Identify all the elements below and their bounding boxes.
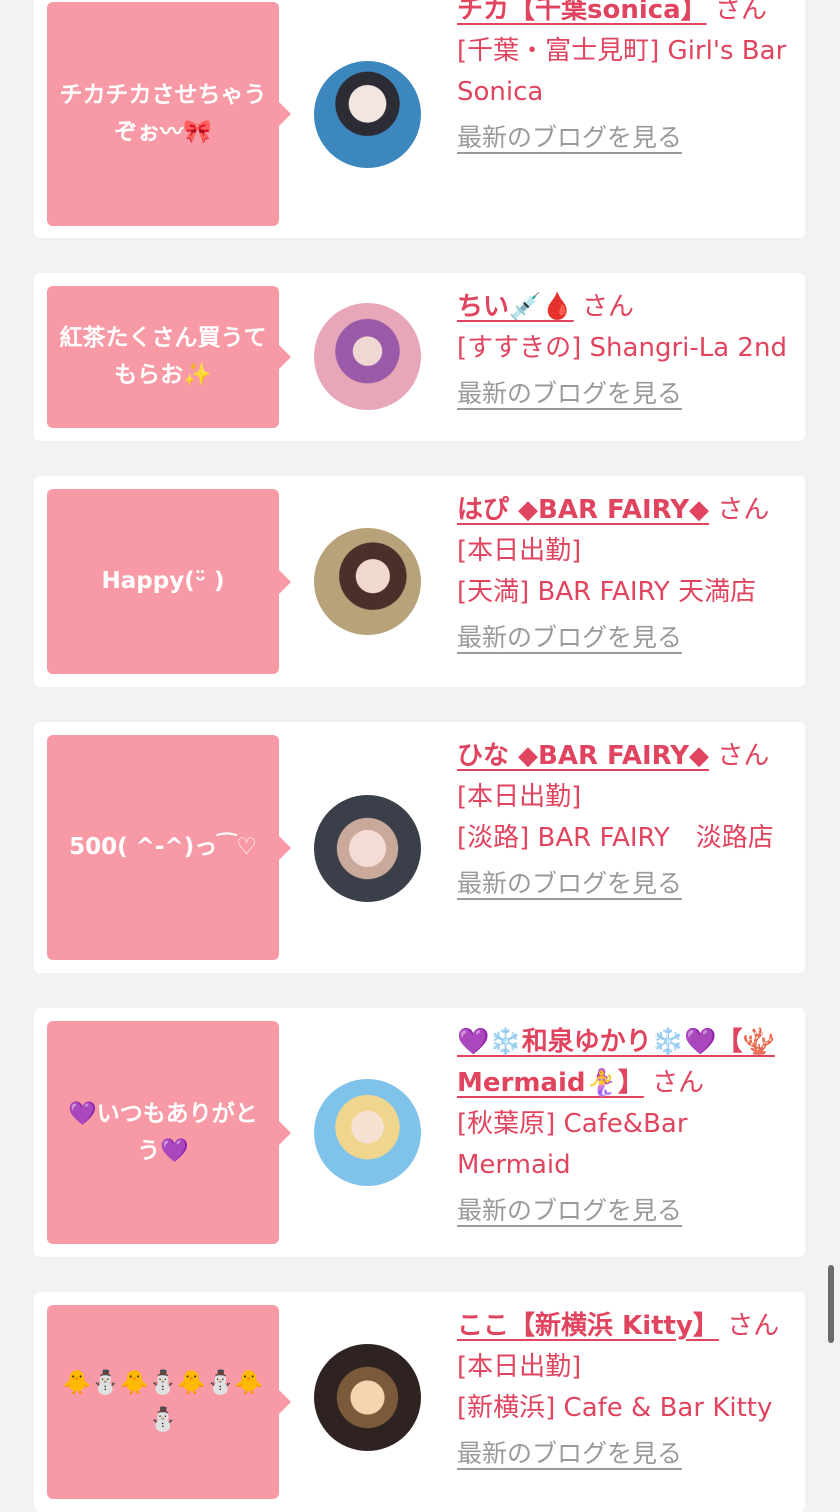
shift-status: [本日出勤]	[457, 1352, 582, 1382]
cast-name-link[interactable]: ちい💉🩸	[457, 292, 574, 322]
shop-info: [天満] BAR FAIRY 天満店	[457, 577, 757, 607]
cast-card: チカチカさせちゃうぞぉ〰🎀 チカ【千葉sonica】 さん [千葉・富士見町] …	[34, 0, 805, 238]
avatar[interactable]	[314, 795, 421, 902]
honorific: さん	[652, 1068, 705, 1098]
avatar[interactable]	[314, 61, 421, 168]
shift-status: [本日出勤]	[457, 782, 582, 812]
cast-name-link[interactable]: 💜❄️和泉ゆかり❄️💜【🪸Mermaid🧜‍♀️】	[457, 1027, 775, 1098]
cast-card: 500( ^-^)っ⁀♡ ひな ◆BAR FAIRY◆ さん [本日出勤] [淡…	[34, 722, 805, 973]
latest-blog-link[interactable]: 最新のブログを見る	[457, 623, 682, 652]
cast-name-link[interactable]: ひな ◆BAR FAIRY◆	[457, 741, 709, 771]
honorific: さん	[714, 0, 767, 25]
shop-info: [すすきの] Shangri-La 2nd	[457, 333, 787, 363]
shop-info: [新横浜] Cafe & Bar Kitty	[457, 1393, 773, 1423]
cast-name-link[interactable]: はぴ ◆BAR FAIRY◆	[457, 495, 709, 525]
message-bubble: Happy(ᵕ̈ )	[47, 489, 291, 674]
honorific: さん	[717, 495, 770, 525]
message-bubble: 🐥⛄🐥⛄🐥⛄🐥⛄	[47, 1305, 291, 1499]
avatar[interactable]	[314, 1079, 421, 1186]
honorific: さん	[582, 292, 635, 322]
shop-info: [千葉・富士見町] Girl's Bar Sonica	[457, 36, 787, 107]
honorific: さん	[727, 1311, 780, 1341]
cast-card: 💜いつもありがとう💜 💜❄️和泉ゆかり❄️💜【🪸Mermaid🧜‍♀️】 さん …	[34, 1008, 805, 1257]
cast-card: 紅茶たくさん買うてもらお✨ ちい💉🩸 さん [すすきの] Shangri-La …	[34, 273, 805, 441]
shop-info: [秋葉原] Cafe&Bar Mermaid	[457, 1109, 688, 1180]
latest-blog-link[interactable]: 最新のブログを見る	[457, 379, 682, 408]
cast-name-link[interactable]: ここ【新横浜 Kitty】	[457, 1311, 719, 1341]
shift-status: [本日出勤]	[457, 536, 582, 566]
scrollbar[interactable]	[828, 1265, 834, 1343]
honorific: さん	[717, 741, 770, 771]
latest-blog-link[interactable]: 最新のブログを見る	[457, 1196, 682, 1225]
latest-blog-link[interactable]: 最新のブログを見る	[457, 1439, 682, 1468]
avatar[interactable]	[314, 1344, 421, 1451]
cast-name-link[interactable]: チカ【千葉sonica】	[457, 0, 707, 25]
latest-blog-link[interactable]: 最新のブログを見る	[457, 123, 682, 152]
cast-card: Happy(ᵕ̈ ) はぴ ◆BAR FAIRY◆ さん [本日出勤] [天満]…	[34, 476, 805, 687]
cast-card: 🐥⛄🐥⛄🐥⛄🐥⛄ ここ【新横浜 Kitty】 さん [本日出勤] [新横浜] Ca…	[34, 1292, 805, 1512]
message-bubble: 紅茶たくさん買うてもらお✨	[47, 286, 291, 428]
shop-info: [淡路] BAR FAIRY 淡路店	[457, 823, 774, 853]
message-bubble: 500( ^-^)っ⁀♡	[47, 735, 291, 960]
avatar[interactable]	[314, 528, 421, 635]
avatar[interactable]	[314, 303, 421, 410]
latest-blog-link[interactable]: 最新のブログを見る	[457, 869, 682, 898]
message-bubble: チカチカさせちゃうぞぉ〰🎀	[47, 2, 291, 226]
message-bubble: 💜いつもありがとう💜	[47, 1021, 291, 1244]
